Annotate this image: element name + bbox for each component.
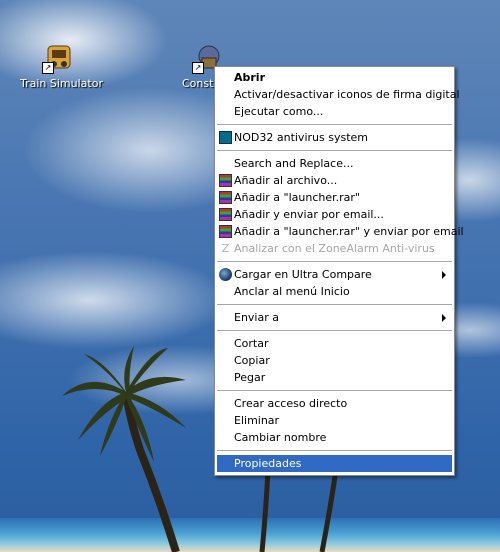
winrar-icon [219, 208, 232, 221]
train-simulator-icon: ↗ [42, 42, 74, 74]
shortcut-arrow-icon: ↗ [42, 62, 54, 74]
menu-item-label: Añadir a "launcher.rar" y enviar por ema… [234, 225, 464, 238]
menu-item-label: Cortar [234, 337, 269, 350]
menu-separator [217, 124, 452, 125]
menu-item-anadir-launcher-rar[interactable]: Añadir a "launcher.rar" [217, 189, 452, 206]
menu-separator [217, 390, 452, 391]
menu-separator [217, 261, 452, 262]
zonealarm-icon: Z [221, 242, 230, 255]
menu-separator [217, 330, 452, 331]
menu-item-label: Añadir a "launcher.rar" [234, 191, 360, 204]
context-menu: Abrir Activar/desactivar iconos de firma… [214, 66, 464, 476]
menu-item-nod32[interactable]: NOD32 antivirus system [217, 129, 452, 146]
nod32-icon [219, 131, 232, 144]
menu-item-label: Abrir [234, 71, 266, 84]
menu-separator [217, 304, 452, 305]
menu-item-label: Eliminar [234, 414, 280, 427]
menu-item-label: NOD32 antivirus system [234, 131, 368, 144]
menu-item-anadir-archivo[interactable]: Añadir al archivo... [217, 172, 452, 189]
menu-item-anadir-launcher-email[interactable]: Añadir a "launcher.rar" y enviar por ema… [217, 223, 464, 240]
menu-item-label: Añadir al archivo... [234, 174, 338, 187]
shortcut-arrow-icon: ↗ [192, 62, 204, 74]
menu-item-crear-acceso-directo[interactable]: Crear acceso directo [217, 395, 452, 412]
menu-item-label: Ejecutar como... [234, 105, 324, 118]
menu-item-label: Search and Replace... [234, 157, 354, 170]
menu-item-label: Anclar al menú Inicio [234, 285, 350, 298]
winrar-icon [219, 225, 232, 238]
menu-item-firma-digital[interactable]: Activar/desactivar iconos de firma digit… [217, 86, 460, 103]
ultracompare-icon [219, 268, 232, 281]
desktop-icon-train-simulator[interactable]: ↗ Train Simulator [20, 42, 103, 90]
menu-item-label: Cargar en Ultra Compare [234, 268, 372, 281]
menu-item-label: Activar/desactivar iconos de firma digit… [234, 88, 460, 101]
menu-item-ejecutar-como[interactable]: Ejecutar como... [217, 103, 452, 120]
menu-item-label: Enviar a [234, 311, 279, 324]
menu-item-search-replace[interactable]: Search and Replace... [217, 155, 452, 172]
desktop-icon-label: Train Simulator [20, 77, 103, 90]
menu-item-label: Crear acceso directo [234, 397, 348, 410]
menu-item-copiar[interactable]: Copiar [217, 352, 452, 369]
menu-item-enviar-a[interactable]: Enviar a [217, 309, 452, 326]
menu-item-label: Propiedades [234, 457, 302, 470]
menu-separator [217, 150, 452, 151]
menu-item-pegar[interactable]: Pegar [217, 369, 452, 386]
menu-item-cortar[interactable]: Cortar [217, 335, 452, 352]
menu-item-label: Analizar con el ZoneAlarm Anti-virus [234, 242, 435, 255]
menu-item-abrir[interactable]: Abrir [217, 69, 452, 86]
menu-item-zonealarm: Z Analizar con el ZoneAlarm Anti-virus [217, 240, 452, 257]
menu-item-label: Cambiar nombre [234, 431, 327, 444]
submenu-arrow-icon [442, 271, 446, 279]
menu-item-label: Pegar [234, 371, 266, 384]
menu-item-propiedades[interactable]: Propiedades [217, 455, 452, 472]
winrar-icon [219, 174, 232, 187]
winrar-icon [219, 191, 232, 204]
menu-item-label: Copiar [234, 354, 270, 367]
menu-item-cambiar-nombre[interactable]: Cambiar nombre [217, 429, 452, 446]
menu-item-ultra-compare[interactable]: Cargar en Ultra Compare [217, 266, 452, 283]
submenu-arrow-icon [442, 314, 446, 322]
menu-item-label: Añadir y enviar por email... [234, 208, 384, 221]
menu-item-anclar-inicio[interactable]: Anclar al menú Inicio [217, 283, 452, 300]
menu-item-eliminar[interactable]: Eliminar [217, 412, 452, 429]
menu-item-anadir-enviar-email[interactable]: Añadir y enviar por email... [217, 206, 452, 223]
menu-separator [217, 450, 452, 451]
